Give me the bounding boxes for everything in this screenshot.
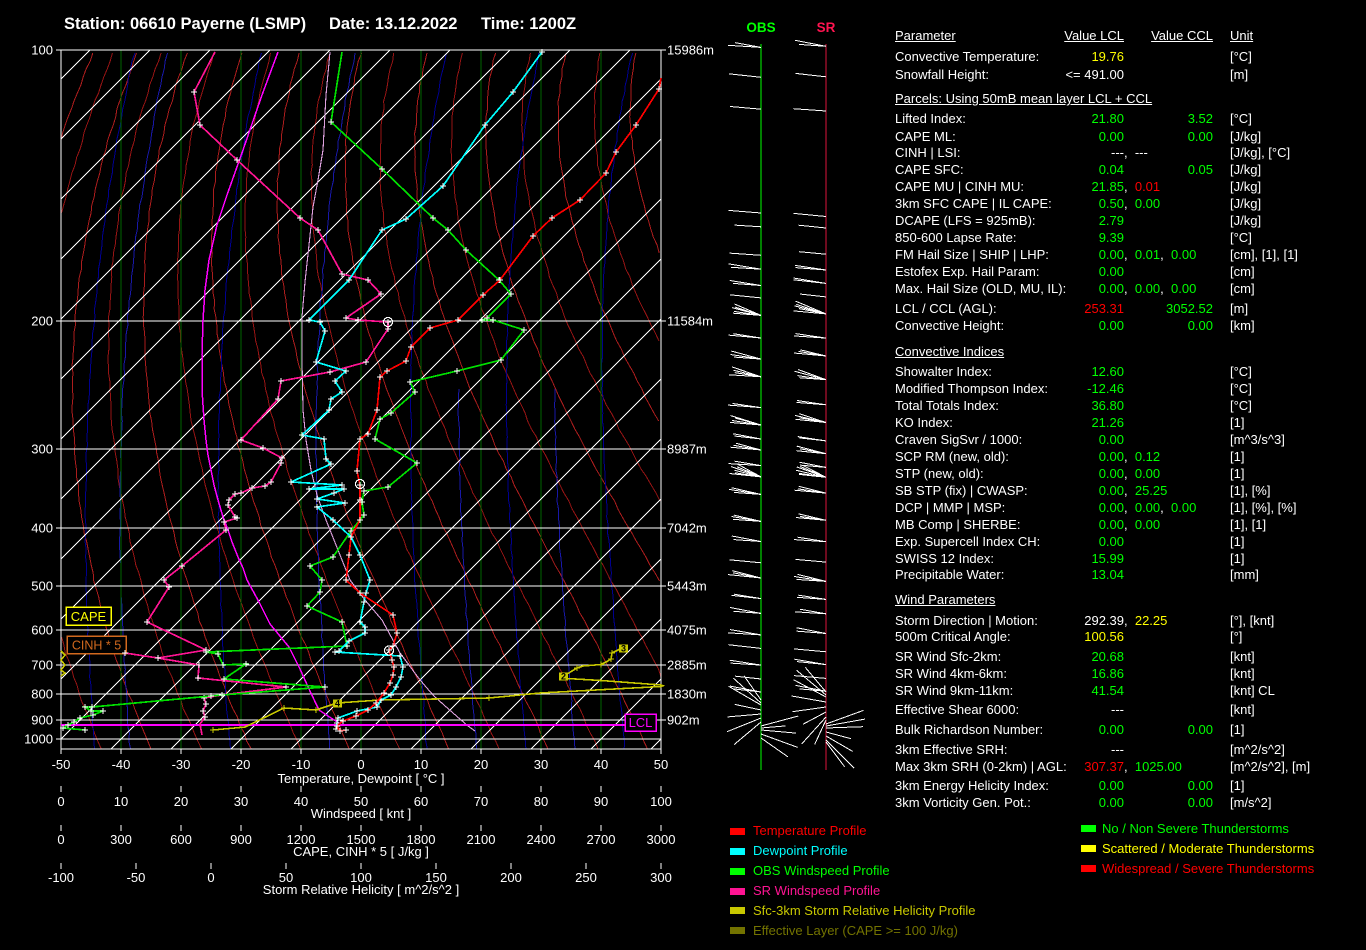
svg-text:0: 0: [57, 832, 64, 847]
svg-text:10: 10: [414, 757, 428, 772]
svg-text:-100: -100: [48, 870, 74, 885]
svg-text:15986m: 15986m: [667, 43, 714, 58]
svg-text:3: 3: [621, 644, 626, 654]
svg-text:2400: 2400: [527, 832, 556, 847]
svg-text:900: 900: [230, 832, 252, 847]
svg-text:30: 30: [534, 757, 548, 772]
svg-text:0: 0: [357, 757, 364, 772]
svg-text:0: 0: [57, 794, 64, 809]
svg-text:300: 300: [110, 832, 132, 847]
svg-text:OBS: OBS: [746, 20, 775, 35]
svg-text:40: 40: [294, 794, 308, 809]
svg-text:2: 2: [561, 672, 566, 682]
svg-text:300: 300: [31, 442, 53, 457]
svg-text:2100: 2100: [467, 832, 496, 847]
svg-text:-50: -50: [127, 870, 146, 885]
svg-text:5443m: 5443m: [667, 579, 707, 594]
svg-text:900: 900: [31, 713, 53, 728]
svg-text:LCL: LCL: [629, 715, 653, 730]
svg-text:500: 500: [31, 579, 53, 594]
svg-text:-20: -20: [232, 757, 251, 772]
svg-text:100: 100: [31, 43, 53, 58]
svg-text:10: 10: [114, 794, 128, 809]
svg-text:300: 300: [650, 870, 672, 885]
svg-text:200: 200: [31, 314, 53, 329]
svg-text:Storm Relative Helicity [ m^2: Storm Relative Helicity [ m^2/s^2 ]: [263, 882, 459, 897]
svg-text:200: 200: [500, 870, 522, 885]
svg-text:0: 0: [207, 870, 214, 885]
svg-text:Windspeed [ knt ]: Windspeed [ knt ]: [311, 806, 411, 821]
svg-text:100: 100: [650, 794, 672, 809]
svg-text:3000: 3000: [647, 832, 676, 847]
svg-text:4075m: 4075m: [667, 623, 707, 638]
svg-text:1000: 1000: [24, 732, 53, 747]
svg-text:CAPE: CAPE: [71, 609, 107, 624]
svg-text:50: 50: [654, 757, 668, 772]
svg-text:8987m: 8987m: [667, 442, 707, 457]
svg-text:-30: -30: [172, 757, 191, 772]
svg-text:-10: -10: [292, 757, 311, 772]
svg-text:SR: SR: [817, 20, 836, 35]
svg-text:400: 400: [31, 521, 53, 536]
svg-text:902m: 902m: [667, 713, 700, 728]
svg-text:2885m: 2885m: [667, 658, 707, 673]
svg-text:Temperature, Dewpoint [ °C ]: Temperature, Dewpoint [ °C ]: [277, 771, 444, 786]
svg-text:800: 800: [31, 687, 53, 702]
svg-text:600: 600: [31, 623, 53, 638]
svg-text:90: 90: [594, 794, 608, 809]
svg-text:70: 70: [474, 794, 488, 809]
svg-text:600: 600: [170, 832, 192, 847]
svg-text:CAPE, CINH * 5 [ J/kg ]: CAPE, CINH * 5 [ J/kg ]: [293, 844, 429, 859]
svg-text:700: 700: [31, 658, 53, 673]
svg-text:11584m: 11584m: [667, 314, 713, 329]
svg-text:-40: -40: [112, 757, 131, 772]
svg-text:250: 250: [575, 870, 597, 885]
svg-text:7042m: 7042m: [667, 521, 707, 536]
svg-text:-50: -50: [52, 757, 71, 772]
svg-text:2700: 2700: [587, 832, 616, 847]
svg-text:4: 4: [335, 699, 340, 709]
svg-text:60: 60: [414, 794, 428, 809]
svg-text:20: 20: [174, 794, 188, 809]
svg-text:40: 40: [594, 757, 608, 772]
svg-text:80: 80: [534, 794, 548, 809]
svg-text:20: 20: [474, 757, 488, 772]
svg-text:CINH * 5: CINH * 5: [72, 639, 121, 653]
svg-text:1830m: 1830m: [667, 687, 707, 702]
svg-text:30: 30: [234, 794, 248, 809]
